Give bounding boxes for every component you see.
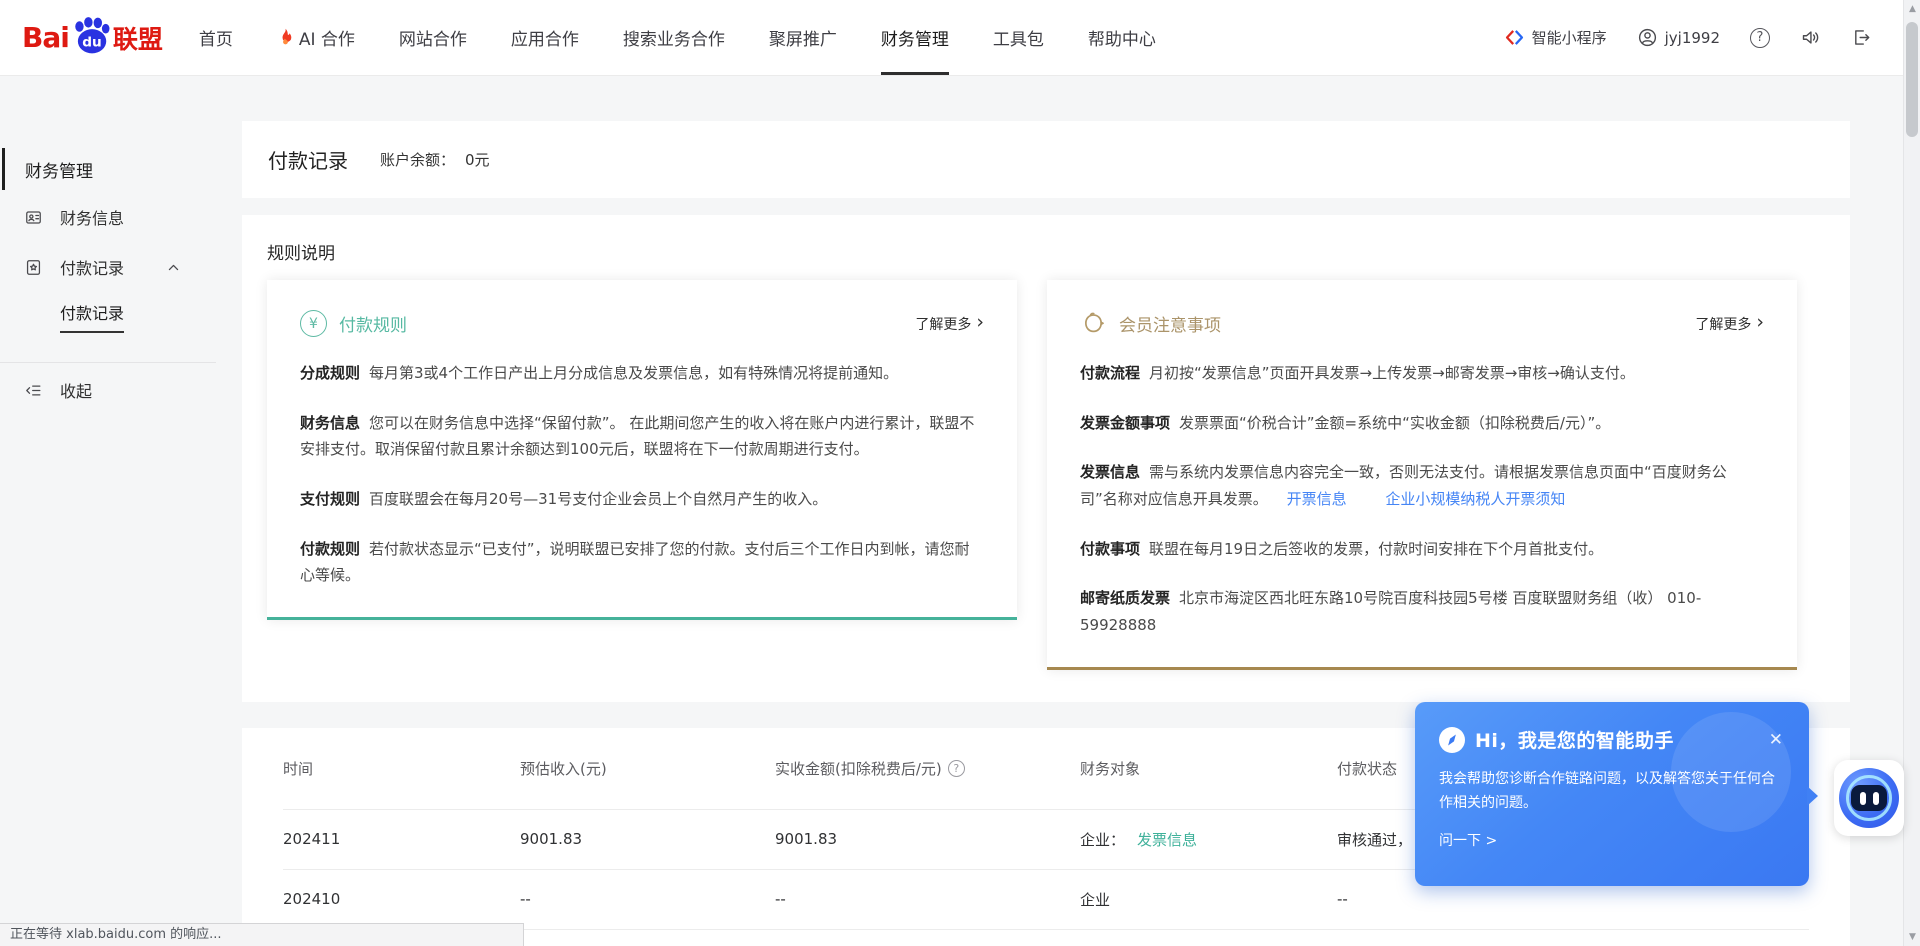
invoice-info-link[interactable]: 开票信息 [1287, 490, 1347, 508]
account-balance-value: 0元 [465, 149, 490, 170]
rule-item: 付款规则若付款状态显示“已支付”，说明联盟已安排了您的付款。支付后三个工作日内到… [300, 536, 984, 589]
rules-section-title: 规则说明 [267, 239, 1825, 264]
assistant-message: 我会帮助您诊断合作链路问题，以及解答您关于任何合作相关的问题。 [1415, 753, 1809, 816]
scroll-up-arrow-icon[interactable]: ▲ [1904, 4, 1920, 14]
cell-time: 202411 [283, 830, 520, 848]
rule-item: 付款流程月初按“发票信息”页面开具发票→上传发票→邮寄发票→审核→确认支付。 [1080, 360, 1764, 387]
compass-icon [1439, 727, 1465, 753]
finance-info-card-icon [24, 208, 43, 227]
rule-item: 付款事项联盟在每月19日之后签收的发票，付款时间安排在下个月首批支付。 [1080, 536, 1764, 563]
nav-item-screen-promotion[interactable]: 聚屏推广 [747, 0, 859, 75]
member-notes-more-link[interactable]: 了解更多 › [1695, 314, 1764, 334]
scrollbar-thumb[interactable] [1906, 22, 1918, 137]
small-taxpayer-notice-link[interactable]: 企业小规模纳税人开票须知 [1385, 490, 1565, 508]
assistant-ask-link[interactable]: 问一下 > [1415, 816, 1809, 850]
cell-finance-object: 企业： 发票信息 [1080, 829, 1337, 850]
member-notes-card-title: 会员注意事项 [1119, 311, 1221, 336]
page-header-panel: 付款记录 账户余额： 0元 [242, 121, 1850, 198]
user-icon [1637, 27, 1658, 48]
question-help-icon[interactable]: ? [948, 760, 965, 777]
chick-icon [1080, 310, 1107, 337]
miniprogram-diamond-icon [1504, 27, 1525, 48]
column-header-finance-object: 财务对象 [1080, 758, 1337, 779]
sidebar-collapse-button[interactable]: 收起 [0, 363, 242, 417]
cell-actual: -- [775, 890, 1080, 908]
payment-record-badge-icon [24, 258, 43, 277]
browser-status-tooltip: 正在等待 xlab.baidu.com 的响应... [0, 923, 524, 946]
assistant-robot-button[interactable] [1834, 760, 1904, 836]
sidebar-subitem-payment-records-active[interactable]: 付款记录 [0, 292, 242, 340]
nav-item-app-cooperation[interactable]: 应用合作 [489, 0, 601, 75]
collapse-sidebar-icon [24, 381, 43, 400]
column-header-time: 时间 [283, 758, 520, 779]
baidu-paw-icon: du [70, 16, 112, 56]
payment-rules-card: ¥ 付款规则 了解更多 › 分成规则每月第3或4个工作日产出上月分成信息及发票信… [267, 280, 1017, 620]
cell-estimated: 9001.83 [520, 830, 775, 848]
scroll-down-arrow-icon[interactable]: ▼ [1904, 932, 1920, 942]
rule-item: 发票信息需与系统内发票信息内容完全一致，否则无法支付。请根据发票信息页面中“百度… [1080, 459, 1764, 512]
nav-item-search-business[interactable]: 搜索业务合作 [601, 0, 747, 75]
payment-rules-card-title: 付款规则 [339, 311, 407, 336]
nav-item-finance-management[interactable]: 财务管理 [859, 0, 971, 75]
chevron-right-icon: › [1756, 313, 1764, 332]
flame-icon [277, 28, 294, 48]
sidebar-item-finance-info[interactable]: 财务信息 [0, 192, 242, 242]
sidebar-section-finance-management[interactable]: 财务管理 [0, 146, 242, 192]
robot-avatar-icon [1839, 768, 1899, 828]
invoice-info-row-link[interactable]: 发票信息 [1137, 829, 1197, 850]
nav-item-website-cooperation[interactable]: 网站合作 [377, 0, 489, 75]
assistant-popup: Hi，我是您的智能助手 ✕ 我会帮助您诊断合作链路问题，以及解答您关于任何合作相… [1415, 702, 1809, 886]
top-navigation-bar: Bai du 联盟 首页 AI 合作 网站合作 应用合作 搜索业务合作 聚屏推广… [0, 0, 1920, 76]
rule-item: 邮寄纸质发票北京市海淀区西北旺东路10号院百度科技园5号楼 百度联盟财务组（收）… [1080, 585, 1764, 638]
nav-right-cluster: 智能小程序 jyj1992 ? [1504, 27, 1872, 48]
cell-actual: 9001.83 [775, 830, 1080, 848]
nav-item-help-center[interactable]: 帮助中心 [1066, 0, 1178, 75]
help-icon[interactable]: ? [1750, 28, 1770, 48]
cell-time: 202410 [283, 890, 520, 908]
cell-estimated: -- [520, 890, 775, 908]
payment-rules-more-link[interactable]: 了解更多 › [915, 314, 984, 334]
account-balance-label: 账户余额： [380, 149, 455, 170]
sound-icon[interactable] [1800, 27, 1821, 48]
logo-text-union: 联盟 [113, 20, 163, 56]
rules-panel: 规则说明 ¥ 付款规则 了解更多 › 分成规则每月第3或4个工作日产出上月分成信… [242, 215, 1850, 702]
assistant-title: Hi，我是您的智能助手 [1475, 726, 1674, 753]
close-icon[interactable]: ✕ [1765, 728, 1787, 752]
column-header-estimated-income: 预估收入(元) [520, 758, 775, 779]
user-account[interactable]: jyj1992 [1637, 27, 1720, 48]
nav-item-toolkit[interactable]: 工具包 [971, 0, 1066, 75]
logout-icon[interactable] [1851, 27, 1872, 48]
nav-item-ai-cooperation[interactable]: AI 合作 [255, 0, 377, 75]
logo-text-bai: Bai [22, 21, 69, 54]
sidebar-item-payment-records[interactable]: 付款记录 [0, 242, 242, 292]
page-title: 付款记录 [268, 145, 348, 174]
cell-status: -- [1337, 890, 1809, 908]
rule-item: 分成规则每月第3或4个工作日产出上月分成信息及发票信息，如有特殊情况将提前通知。 [300, 360, 984, 387]
column-header-actual-amount: 实收金额(扣除税费后/元) ? [775, 758, 1080, 779]
nav-item-home[interactable]: 首页 [177, 0, 255, 75]
member-notes-card: 会员注意事项 了解更多 › 付款流程月初按“发票信息”页面开具发票→上传发票→邮… [1047, 280, 1797, 670]
vertical-scrollbar[interactable]: ▲ ▼ [1903, 0, 1920, 946]
chevron-right-icon: › [976, 313, 984, 332]
baidu-union-logo[interactable]: Bai du 联盟 [22, 18, 163, 58]
coin-yen-icon: ¥ [300, 310, 327, 337]
rule-item: 财务信息您可以在财务信息中选择“保留付款”。 在此期间您产生的收入将在账户内进行… [300, 410, 984, 463]
main-nav: 首页 AI 合作 网站合作 应用合作 搜索业务合作 聚屏推广 财务管理 工具包 … [177, 0, 1178, 75]
rule-item: 支付规则百度联盟会在每月20号—31号支付企业会员上个自然月产生的收入。 [300, 486, 984, 513]
rule-item: 发票金额事项发票票面“价税合计”金额=系统中“实收金额（扣除税费后/元）”。 [1080, 410, 1764, 437]
cell-finance-object: 企业 [1080, 889, 1337, 910]
svg-text:du: du [82, 34, 101, 50]
sidebar: 财务管理 财务信息 付款记录 付款记录 收起 [0, 76, 242, 417]
chevron-up-icon [167, 261, 180, 274]
smart-miniprogram-link[interactable]: 智能小程序 [1504, 27, 1607, 48]
